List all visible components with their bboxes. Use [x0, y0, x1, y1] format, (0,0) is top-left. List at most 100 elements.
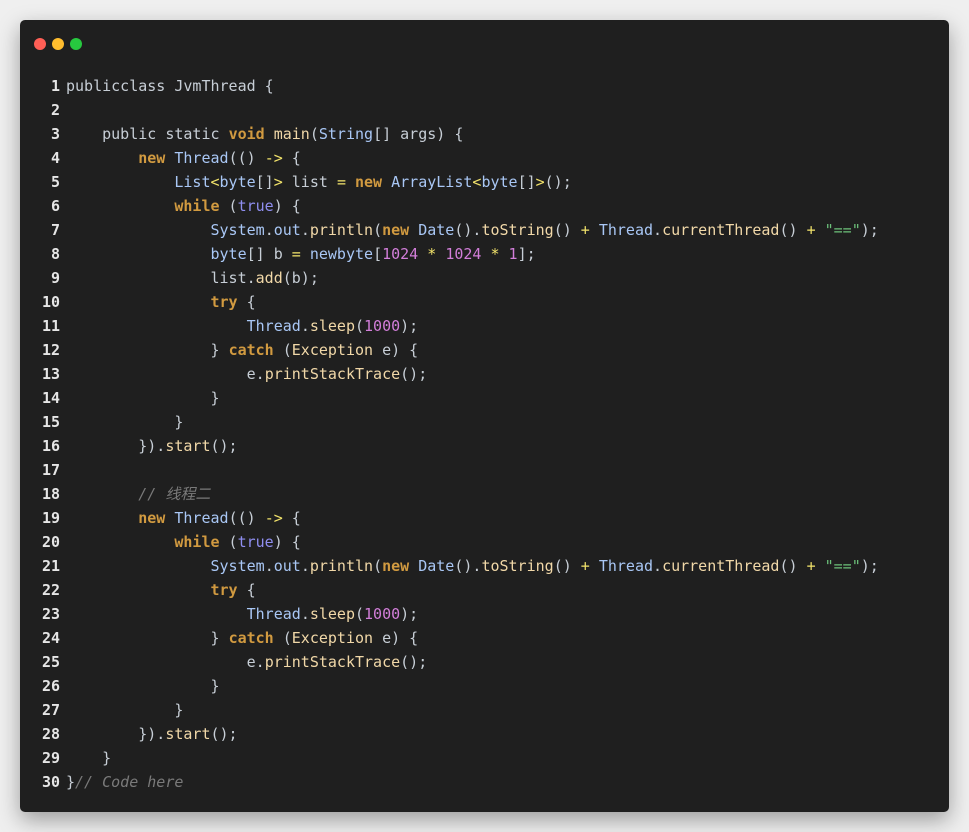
code-token: }).: [66, 725, 166, 743]
code-token: out: [273, 557, 301, 575]
code-token: public static: [66, 125, 229, 143]
code-token: sleep: [309, 317, 355, 335]
code-token: (b);: [282, 269, 319, 287]
code-token: (: [273, 629, 292, 647]
code-line: 6 while (true) {: [40, 194, 949, 218]
code-token: ().: [454, 221, 482, 239]
code-token: =: [336, 173, 346, 191]
code-text: System.out.println(new Date().toString()…: [66, 218, 879, 242]
code-token: toString: [481, 221, 554, 239]
code-token: [] b: [246, 245, 292, 263]
code-token: {: [255, 77, 274, 95]
line-number: 30: [41, 773, 60, 791]
code-token: {: [237, 581, 256, 599]
code-text: // 线程二: [66, 482, 210, 506]
code-line: 29 }: [40, 746, 949, 770]
code-token: printStackTrace: [264, 365, 401, 383]
code-line: 1 publicclass JvmThread {: [40, 74, 949, 98]
code-line: 28 }).start();: [40, 722, 949, 746]
line-number: 19: [41, 509, 60, 527]
code-token: ->: [264, 509, 283, 527]
code-token: System: [210, 221, 265, 239]
code-token: (: [355, 605, 365, 623]
code-text: }: [66, 698, 183, 722]
code-token: (): [553, 557, 581, 575]
code-token: List: [174, 173, 211, 191]
code-token: {: [282, 509, 301, 527]
code-token: ) {: [273, 533, 301, 551]
code-token: System: [210, 557, 265, 575]
code-token: }: [66, 341, 229, 359]
code-token: );: [860, 221, 879, 239]
code-token: new: [382, 557, 410, 575]
code-token: ();: [210, 725, 238, 743]
code-token: }: [66, 413, 184, 431]
code-token: out: [273, 221, 301, 239]
code-token: // Code here: [75, 773, 184, 791]
code-text: } catch (Exception e) {: [66, 626, 418, 650]
code-token: }: [66, 629, 229, 647]
code-token: (): [779, 557, 807, 575]
code-token: }: [66, 677, 220, 695]
close-dot-icon[interactable]: [34, 38, 46, 50]
code-text: new Thread(() -> {: [66, 506, 301, 530]
code-text: }: [66, 746, 111, 770]
line-number: 2: [50, 101, 60, 119]
code-line: 22 try {: [40, 578, 949, 602]
zoom-dot-icon[interactable]: [70, 38, 82, 50]
code-token: try: [210, 293, 238, 311]
code-token: try: [210, 581, 238, 599]
code-line: 2: [40, 98, 949, 122]
line-number: 8: [50, 245, 60, 263]
code-text: e.printStackTrace();: [66, 362, 428, 386]
minimize-dot-icon[interactable]: [52, 38, 64, 50]
code-token: Exception: [291, 629, 374, 647]
code-token: >: [535, 173, 545, 191]
code-token: (): [779, 221, 807, 239]
code-token: println: [309, 221, 374, 239]
code-token: sleep: [309, 605, 355, 623]
line-number: 23: [41, 605, 60, 623]
code-token: (: [273, 341, 292, 359]
code-text: }: [66, 674, 220, 698]
code-token: .: [653, 221, 663, 239]
code-token: println: [309, 557, 374, 575]
code-token: *: [490, 245, 500, 263]
code-text: new Thread(() -> {: [66, 146, 301, 170]
code-line: 21 System.out.println(new Date().toStrin…: [40, 554, 949, 578]
code-line: 11 Thread.sleep(1000);: [40, 314, 949, 338]
code-token: .: [300, 605, 310, 623]
code-token: Thread: [246, 317, 301, 335]
code-token: ().: [454, 557, 482, 575]
code-token: (): [553, 221, 581, 239]
code-token: Thread: [174, 509, 229, 527]
line-number: 1: [50, 77, 60, 95]
code-token: ((): [228, 149, 265, 167]
code-token: main: [273, 125, 310, 143]
code-token: [] args) {: [373, 125, 464, 143]
code-token: start: [165, 725, 211, 743]
code-text: } catch (Exception e) {: [66, 338, 418, 362]
code-token: ();: [400, 365, 428, 383]
code-line: 25 e.printStackTrace();: [40, 650, 949, 674]
code-text: }: [66, 386, 220, 410]
code-token: e.: [66, 365, 265, 383]
line-number: 11: [41, 317, 60, 335]
code-token: +: [806, 557, 816, 575]
line-number: 18: [41, 485, 60, 503]
code-line: 12 } catch (Exception e) {: [40, 338, 949, 362]
code-line: 26 }: [40, 674, 949, 698]
code-token: }: [66, 389, 220, 407]
code-block: 1 publicclass JvmThread { 2 3 public static…: [40, 74, 949, 794]
code-line: 4 new Thread(() -> {: [40, 146, 949, 170]
code-token: 1000: [364, 605, 401, 623]
line-number: 16: [41, 437, 60, 455]
code-token: 1024: [382, 245, 419, 263]
code-line: 23 Thread.sleep(1000);: [40, 602, 949, 626]
